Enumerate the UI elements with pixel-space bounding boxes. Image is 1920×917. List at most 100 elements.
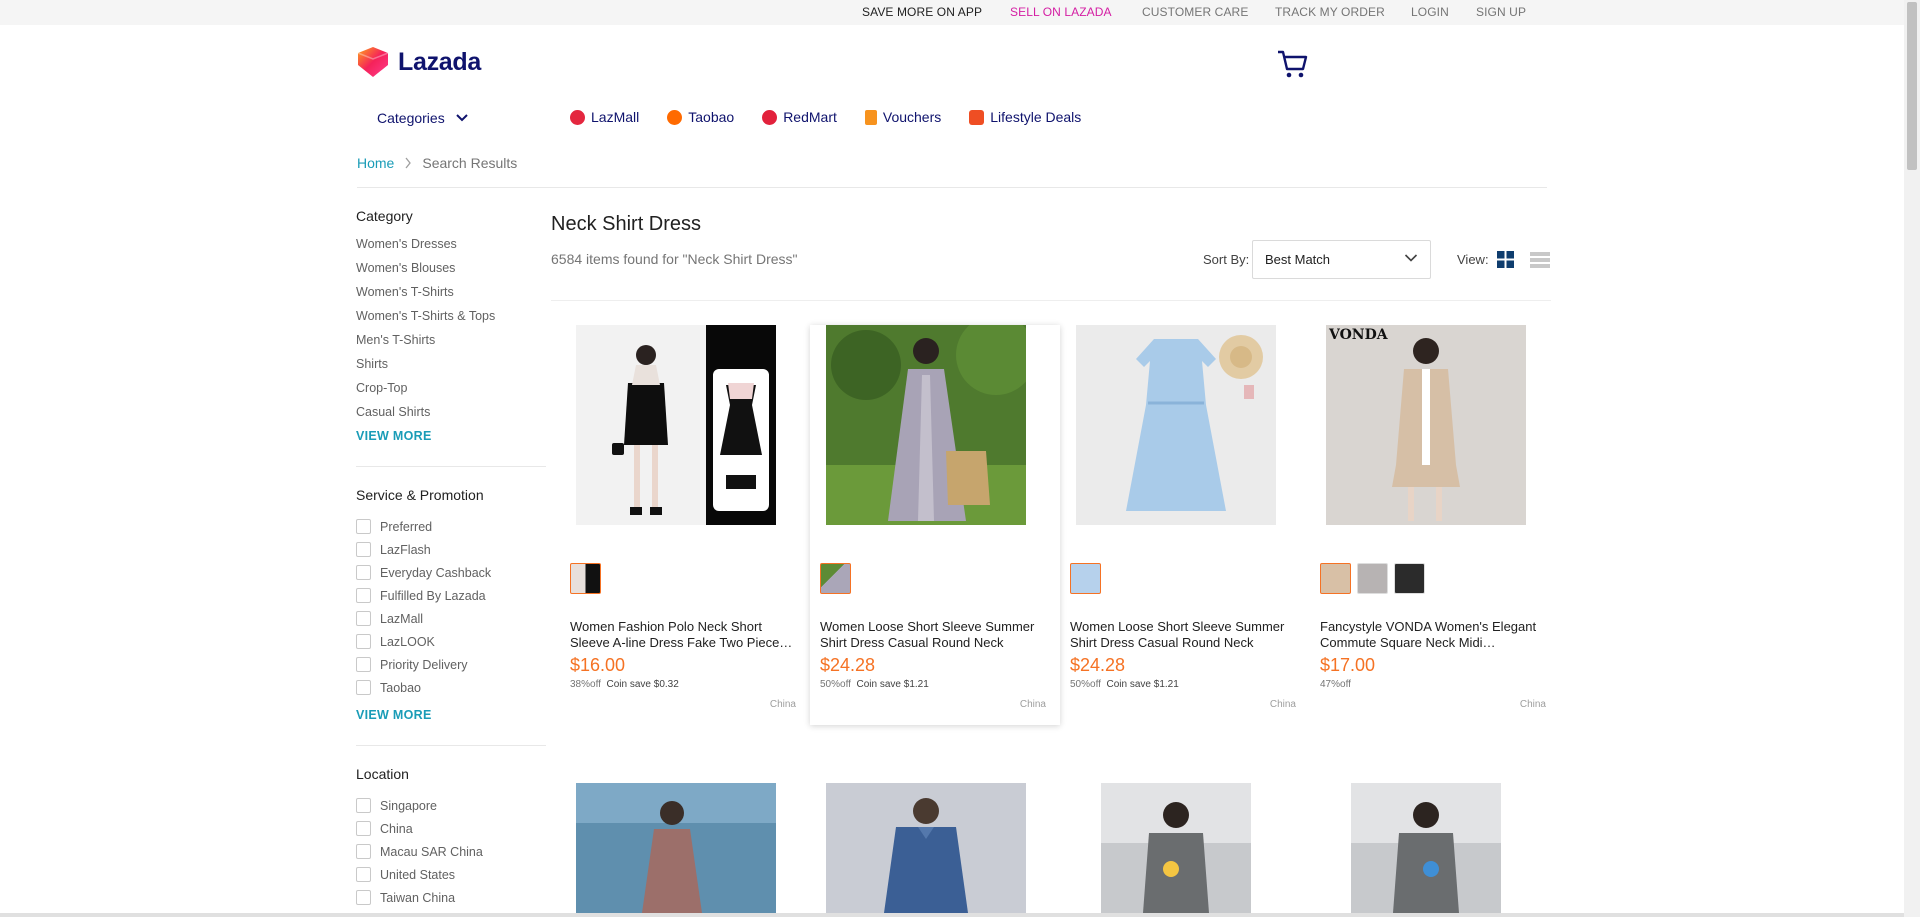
product-name[interactable]: Women Loose Short Sleeve Summer Shirt Dr… [1070, 619, 1295, 651]
service-option[interactable]: Everyday Cashback [356, 561, 546, 584]
nav-taobao[interactable]: Taobao [667, 109, 734, 125]
lifestyle-deals-icon [969, 109, 985, 125]
category-item[interactable]: Women's T-Shirts & Tops [356, 304, 546, 328]
color-swatch[interactable] [820, 563, 851, 594]
vertical-scrollbar[interactable] [1904, 0, 1920, 917]
color-swatch[interactable] [1394, 563, 1425, 594]
category-item[interactable]: Men's T-Shirts [356, 328, 546, 352]
categories-label: Categories [377, 110, 445, 126]
scrollbar-thumb[interactable] [1907, 2, 1917, 170]
color-swatch[interactable] [1320, 563, 1351, 594]
location-option[interactable]: Macau SAR China [356, 840, 546, 863]
nav-label: LazMall [591, 109, 640, 125]
product-image[interactable] [576, 783, 776, 913]
checkbox[interactable] [356, 542, 371, 557]
lazada-logo[interactable]: Lazada [356, 46, 481, 78]
checkbox[interactable] [356, 634, 371, 649]
category-item[interactable]: Women's T-Shirts [356, 280, 546, 304]
category-view-more-link[interactable]: VIEW MORE [356, 424, 546, 448]
product-name[interactable]: Women Fashion Polo Neck Short Sleeve A-l… [570, 619, 795, 651]
category-item[interactable]: Women's Dresses [356, 232, 546, 256]
product-image[interactable] [826, 325, 1026, 525]
checkbox[interactable] [356, 611, 371, 626]
categories-dropdown[interactable]: Categories [377, 110, 469, 126]
service-option[interactable]: Priority Delivery [356, 653, 546, 676]
checkbox[interactable] [356, 588, 371, 603]
list-view-icon[interactable] [1530, 252, 1550, 268]
breadcrumb-current: Search Results [422, 155, 518, 171]
location-option[interactable]: United States [356, 863, 546, 886]
product-card[interactable] [810, 783, 1060, 913]
service-option[interactable]: LazMall [356, 607, 546, 630]
color-swatches [820, 563, 851, 594]
service-view-more-link[interactable]: VIEW MORE [356, 703, 546, 727]
category-item[interactable]: Shirts [356, 352, 546, 376]
product-card[interactable]: Women Loose Short Sleeve Summer Shirt Dr… [1060, 325, 1310, 725]
product-card[interactable] [1310, 783, 1560, 913]
product-image[interactable] [1076, 325, 1276, 525]
product-card[interactable] [560, 783, 810, 913]
checkbox[interactable] [356, 844, 371, 859]
customer-care-link[interactable]: CUSTOMER CARE [1142, 5, 1248, 19]
cart-icon[interactable] [1276, 48, 1310, 80]
nav-lifestyle-deals[interactable]: Lifestyle Deals [969, 109, 1081, 125]
service-option[interactable]: LazLOOK [356, 630, 546, 653]
service-option[interactable]: Preferred [356, 515, 546, 538]
breadcrumb-home[interactable]: Home [357, 155, 394, 171]
color-swatch[interactable] [1070, 563, 1101, 594]
color-swatches [570, 563, 601, 594]
discount-info: 50%off Coin save $1.21 [1070, 679, 1179, 690]
checkbox[interactable] [356, 657, 371, 672]
product-image[interactable]: VONDA [1326, 325, 1526, 525]
option-label: China [380, 821, 413, 836]
bottom-edge [0, 913, 1904, 917]
location-option[interactable]: China [356, 817, 546, 840]
service-option[interactable]: LazFlash [356, 538, 546, 561]
checkbox[interactable] [356, 867, 371, 882]
service-option[interactable]: Fulfilled By Lazada [356, 584, 546, 607]
sort-select[interactable]: Best Match [1252, 240, 1431, 279]
option-label: Taiwan China [380, 890, 456, 905]
checkbox[interactable] [356, 821, 371, 836]
save-more-on-app-link[interactable]: SAVE MORE ON APP [862, 5, 982, 19]
product-name[interactable]: Women Loose Short Sleeve Summer Shirt Dr… [820, 619, 1045, 651]
checkbox[interactable] [356, 519, 371, 534]
discount-info: 50%off Coin save $1.21 [820, 679, 929, 690]
product-image[interactable] [826, 783, 1026, 913]
color-swatch[interactable] [570, 563, 601, 594]
divider [551, 300, 1551, 301]
product-card[interactable] [1060, 783, 1310, 913]
grid-view-icon[interactable] [1497, 251, 1514, 268]
color-swatch[interactable] [1357, 563, 1388, 594]
option-label: LazFlash [380, 542, 431, 557]
product-card[interactable]: VONDA Fancystyle VONDA Women's Elegant C… [1310, 325, 1560, 725]
login-link[interactable]: LOGIN [1411, 5, 1449, 19]
discount-percent: 38%off [570, 679, 601, 690]
nav-lazmall[interactable]: LazMall [570, 109, 639, 125]
product-origin: China [769, 699, 796, 710]
sell-on-lazada-link[interactable]: SELL ON LAZADA [1010, 5, 1112, 19]
product-image[interactable] [1101, 783, 1251, 913]
product-card[interactable]: Women Fashion Polo Neck Short Sleeve A-l… [560, 325, 810, 725]
category-item[interactable]: Women's Blouses [356, 256, 546, 280]
product-price: $17.00 [1320, 655, 1376, 675]
checkbox[interactable] [356, 890, 371, 905]
checkbox[interactable] [356, 565, 371, 580]
nav-vouchers[interactable]: Vouchers [864, 109, 942, 125]
product-image[interactable] [576, 325, 776, 525]
category-item[interactable]: Crop-Top [356, 376, 546, 400]
signup-link[interactable]: SIGN UP [1476, 5, 1526, 19]
product-image[interactable] [1351, 783, 1501, 913]
checkbox[interactable] [356, 798, 371, 813]
nav-redmart[interactable]: RedMart [762, 109, 837, 125]
product-card[interactable]: Women Loose Short Sleeve Summer Shirt Dr… [810, 325, 1060, 725]
location-option[interactable]: Taiwan China [356, 886, 546, 909]
product-name[interactable]: Fancystyle VONDA Women's Elegant Commute… [1320, 619, 1545, 651]
coin-save: Coin save $0.32 [606, 679, 679, 690]
location-option[interactable]: Singapore [356, 794, 546, 817]
track-my-order-link[interactable]: TRACK MY ORDER [1275, 5, 1385, 19]
nav-label: Vouchers [882, 109, 942, 125]
category-item[interactable]: Casual Shirts [356, 400, 546, 424]
service-option[interactable]: Taobao [356, 676, 546, 699]
checkbox[interactable] [356, 680, 371, 695]
